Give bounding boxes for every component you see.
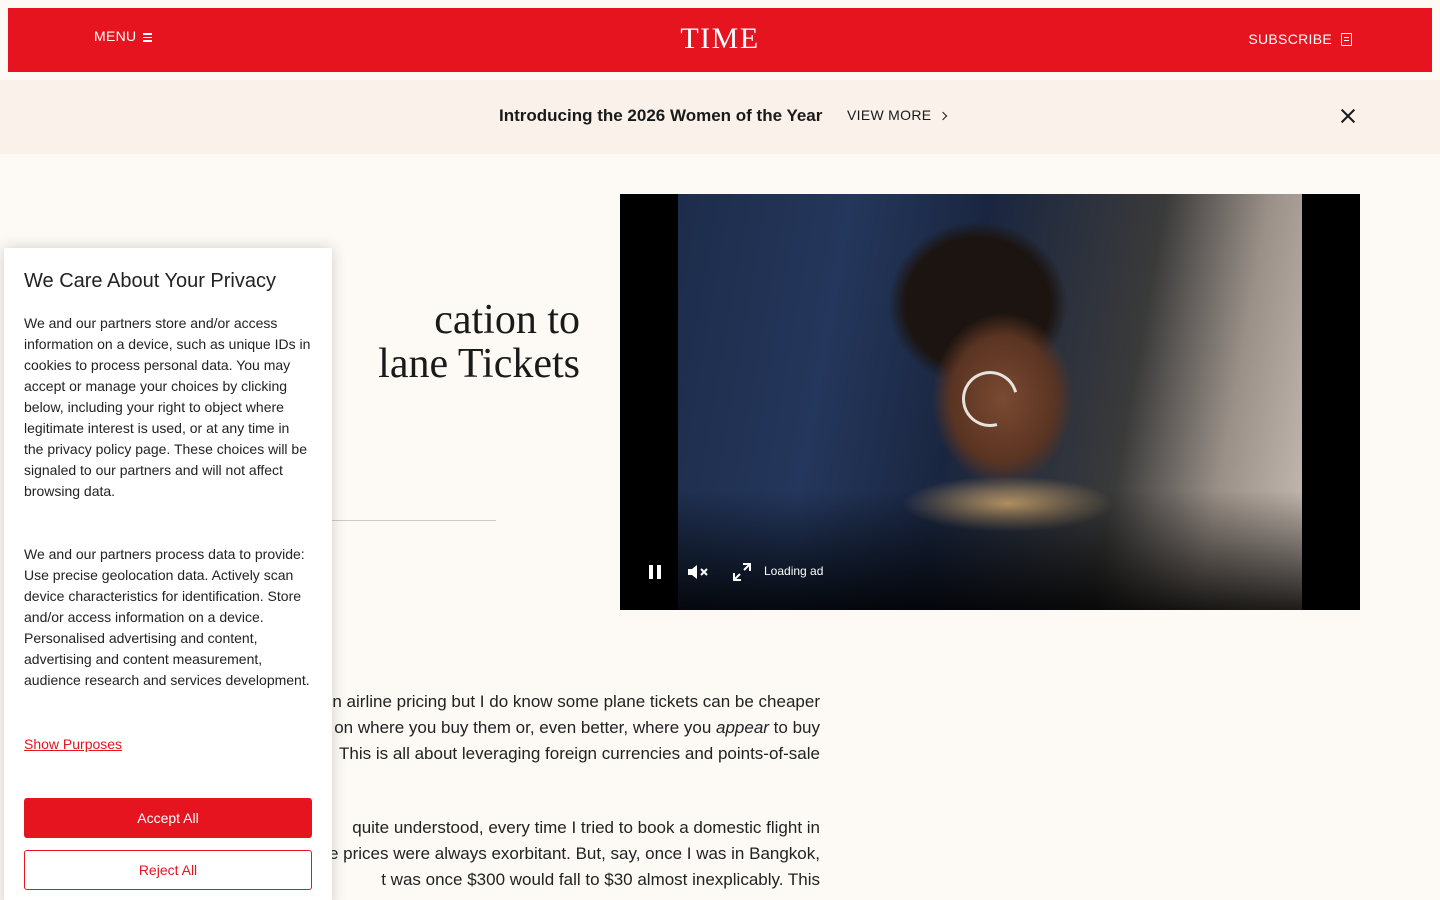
loading-ad-text: Loading ad: [764, 564, 824, 578]
pause-icon[interactable]: [644, 560, 666, 584]
accept-all-button[interactable]: Accept All: [24, 798, 312, 838]
video-player[interactable]: Loading ad: [620, 194, 1360, 610]
show-purposes-link[interactable]: Show Purposes: [24, 736, 122, 752]
reject-all-button[interactable]: Reject All: [24, 850, 312, 890]
time-logo[interactable]: TIME: [8, 22, 1432, 56]
promo-title: Introducing the 2026 Women of the Year: [499, 106, 823, 125]
close-icon[interactable]: [1336, 104, 1360, 128]
mute-icon[interactable]: [686, 560, 710, 584]
subscribe-button[interactable]: SUBSCRIBE: [1248, 31, 1352, 47]
line-text: on where you buy them or, even better, w…: [334, 718, 717, 737]
line-text: to buy: [768, 718, 820, 737]
headline-line-1: cation to: [434, 297, 580, 343]
privacy-text-2: We and our partners process data to prov…: [24, 546, 310, 688]
headline-line-2: lane Tickets: [378, 341, 580, 387]
top-header: MENU TIME SUBSCRIBE: [8, 8, 1432, 72]
view-more-link[interactable]: VIEW MORE: [847, 107, 948, 123]
chevron-right-icon: [939, 111, 948, 121]
view-more-label: VIEW MORE: [847, 107, 932, 123]
subscribe-label: SUBSCRIBE: [1248, 31, 1332, 47]
privacy-text-1: We and our partners store and/or access …: [24, 315, 311, 499]
privacy-title: We Care About Your Privacy: [24, 270, 276, 292]
promo-banner: Introducing the 2026 Women of the Year V…: [0, 80, 1440, 154]
fullscreen-icon[interactable]: [732, 560, 752, 584]
emphasis-text: appear: [716, 718, 769, 737]
privacy-dialog: We Care About Your Privacy We and our pa…: [4, 248, 332, 900]
magazine-icon: [1341, 33, 1352, 46]
